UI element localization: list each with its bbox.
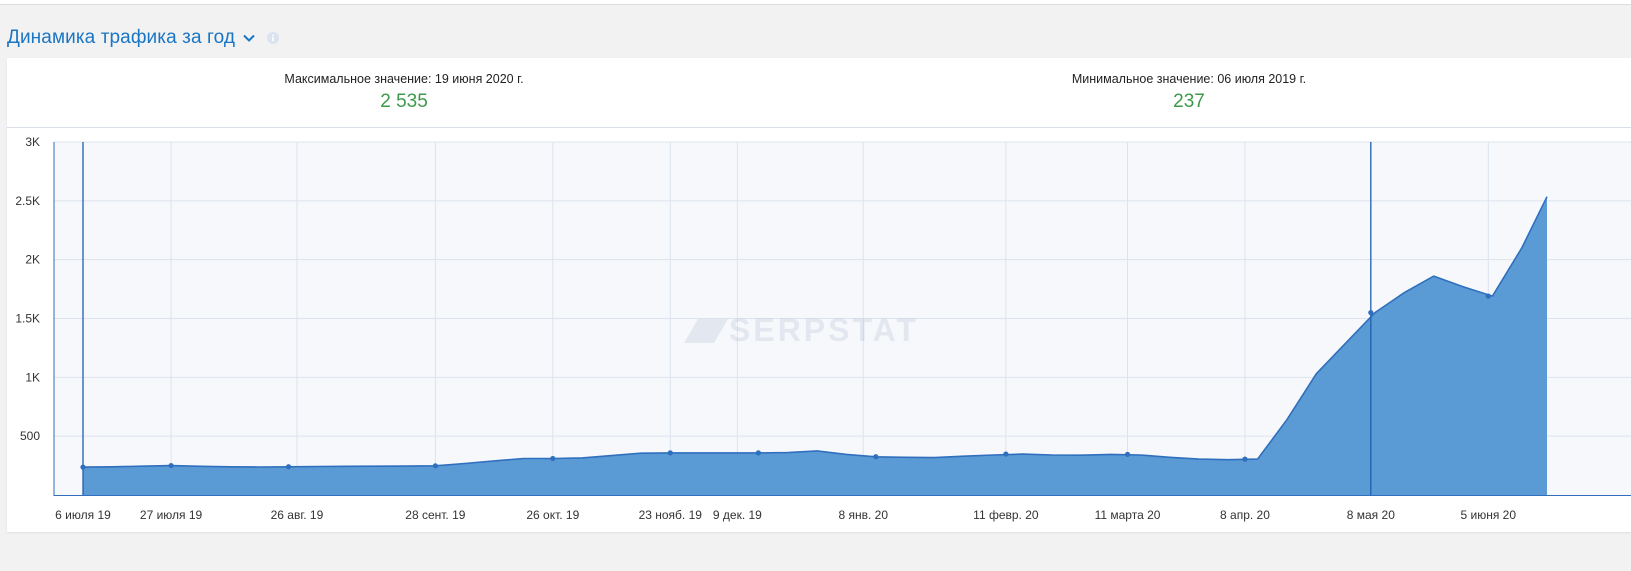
data-point — [1485, 293, 1491, 299]
x-tick-label: 6 июля 19 — [55, 508, 111, 522]
top-panel-edge — [0, 0, 1631, 5]
x-tick-label: 28 сент. 19 — [405, 508, 465, 522]
y-tick-label: 3K — [25, 135, 40, 149]
data-point — [285, 464, 292, 470]
data-point — [1003, 451, 1009, 457]
y-tick-label: 500 — [20, 429, 40, 443]
x-tick-label: 8 янв. 20 — [838, 508, 888, 522]
data-point — [755, 450, 761, 456]
x-tick-label: 8 апр. 20 — [1220, 508, 1270, 522]
x-tick-label: 27 июля 19 — [140, 508, 203, 522]
data-point — [550, 455, 556, 462]
info-icon[interactable] — [267, 32, 280, 44]
data-point — [1368, 310, 1374, 316]
data-point — [1124, 451, 1131, 458]
data-point — [80, 464, 86, 470]
y-tick-label: 2.5K — [15, 194, 40, 208]
traffic-area-chart: SERPSTAT 500 1K 1.5K 2K 2.5K 3K 6 июля 19 27 и… — [15, 135, 1631, 522]
section-header: Динамика трафика за год — [7, 24, 280, 52]
data-point — [667, 450, 673, 456]
data-point — [873, 454, 879, 460]
x-tick-label: 5 июня 20 — [1461, 508, 1517, 522]
section-title: Динамика трафика за год — [7, 27, 236, 48]
x-tick-label: 8 мая 20 — [1347, 508, 1395, 522]
x-tick-label: 9 дек. 19 — [713, 508, 762, 522]
y-tick-label: 2K — [25, 253, 40, 267]
data-point — [1242, 456, 1248, 462]
data-point — [432, 463, 438, 469]
chevron-down-icon[interactable] — [243, 34, 255, 42]
x-tick-label: 26 авг. 19 — [271, 508, 324, 522]
y-tick-label: 1.5K — [15, 312, 40, 326]
data-point — [168, 462, 174, 469]
x-tick-label: 26 окт. 19 — [526, 508, 579, 522]
x-tick-label: 11 марта 20 — [1095, 508, 1161, 522]
y-tick-label: 1K — [25, 370, 40, 384]
watermark-text: SERPSTAT — [729, 312, 919, 348]
x-tick-label: 23 нояб. 19 — [639, 508, 703, 522]
traffic-chart-card: Максимальное значение: 19 июня 2020 г. 2… — [7, 58, 1631, 532]
x-tick-label: 11 февр. 20 — [973, 508, 1039, 522]
